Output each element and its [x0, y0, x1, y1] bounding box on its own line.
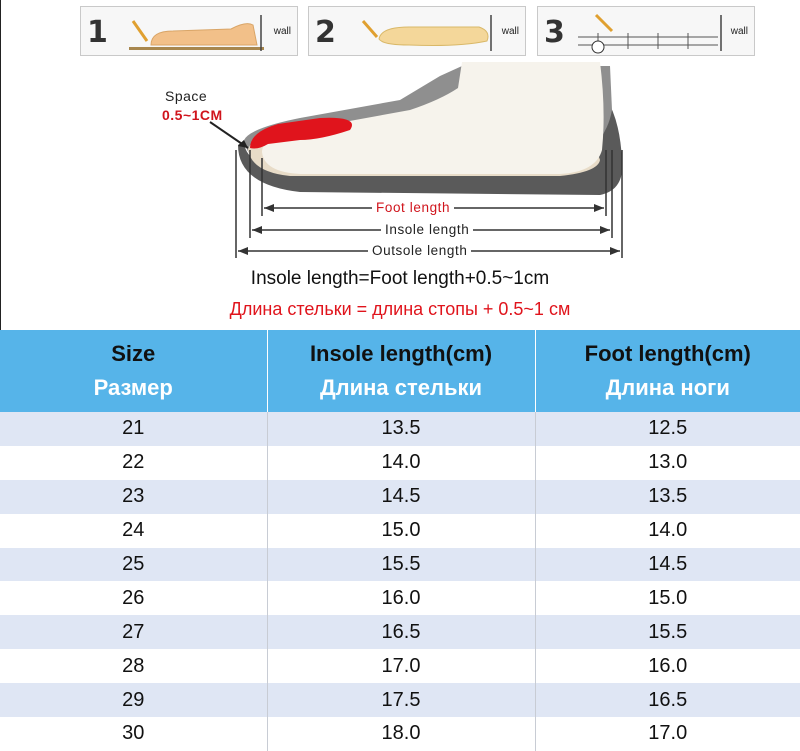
insole-cell: 15.0: [267, 513, 536, 548]
size-cell: 30: [0, 717, 268, 751]
header-size-ru: Размер: [93, 375, 173, 400]
foot-cell: 15.5: [535, 615, 800, 650]
insole-cell: 17.5: [267, 683, 536, 718]
foot-cell: 13.0: [535, 445, 800, 480]
size-cell: 25: [0, 547, 268, 582]
table-row: 22 14.0 13.0: [0, 445, 800, 480]
table-row: 27 16.5 15.5: [0, 615, 800, 650]
foot-cell: 13.5: [535, 479, 800, 514]
measurement-guide: 1 wall 2 wall 3 wall Space 0.5~1CM Foot …: [0, 0, 800, 330]
header-insole-en: Insole length(cm): [309, 341, 493, 366]
table-header-row: Size Размер Insole length(cm) Длина стел…: [0, 330, 800, 412]
header-insole-ru: Длина стельки: [319, 375, 483, 400]
insole-cell: 13.5: [267, 412, 536, 446]
table-row: 21 13.5 12.5: [0, 412, 800, 446]
size-cell: 28: [0, 649, 268, 684]
size-cell: 27: [0, 615, 268, 650]
table-row: 23 14.5 13.5: [0, 479, 800, 514]
size-cell: 24: [0, 513, 268, 548]
insole-cell: 16.0: [267, 581, 536, 616]
foot-cell: 15.0: [535, 581, 800, 616]
formula-english: Insole length=Foot length+0.5~1cm: [250, 268, 550, 289]
formula-russian: Длина стельки = длина стопы + 0.5~1 см: [229, 299, 571, 319]
size-cell: 21: [0, 412, 268, 446]
size-cell: 23: [0, 479, 268, 514]
insole-cell: 18.0: [267, 717, 536, 751]
insole-cell: 16.5: [267, 615, 536, 650]
foot-length-label: Foot length: [372, 200, 455, 215]
insole-length-label: Insole length: [381, 222, 474, 237]
header-foot-length: Foot length(cm) Длина ноги: [535, 330, 800, 412]
size-cell: 26: [0, 581, 268, 616]
insole-cell: 17.0: [267, 649, 536, 684]
foot-cell: 12.5: [535, 412, 800, 446]
header-size: Size Размер: [0, 330, 268, 412]
size-cell: 29: [0, 683, 268, 718]
header-insole-length: Insole length(cm) Длина стельки: [267, 330, 536, 412]
table-row: 24 15.0 14.0: [0, 513, 800, 548]
space-label: Space: [165, 88, 208, 104]
insole-cell: 14.0: [267, 445, 536, 480]
space-value: 0.5~1CM: [162, 107, 223, 123]
foot-cell: 17.0: [535, 717, 800, 751]
table-row: 25 15.5 14.5: [0, 547, 800, 582]
foot-cell: 16.0: [535, 649, 800, 684]
insole-cell: 15.5: [267, 547, 536, 582]
header-size-en: Size: [111, 341, 156, 366]
table-row: 28 17.0 16.0: [0, 649, 800, 684]
header-foot-ru: Длина ноги: [605, 375, 730, 400]
foot-cell: 16.5: [535, 683, 800, 718]
foot-cell: 14.5: [535, 547, 800, 582]
foot-cell: 14.0: [535, 513, 800, 548]
outsole-length-label: Outsole length: [368, 243, 472, 258]
table-row: 30 18.0 17.0: [0, 717, 800, 751]
insole-cell: 14.5: [267, 479, 536, 514]
table-row: 29 17.5 16.5: [0, 683, 800, 718]
size-chart-table: Size Размер Insole length(cm) Длина стел…: [0, 330, 800, 751]
header-foot-en: Foot length(cm): [584, 341, 751, 366]
table-row: 26 16.0 15.0: [0, 581, 800, 616]
size-cell: 22: [0, 445, 268, 480]
